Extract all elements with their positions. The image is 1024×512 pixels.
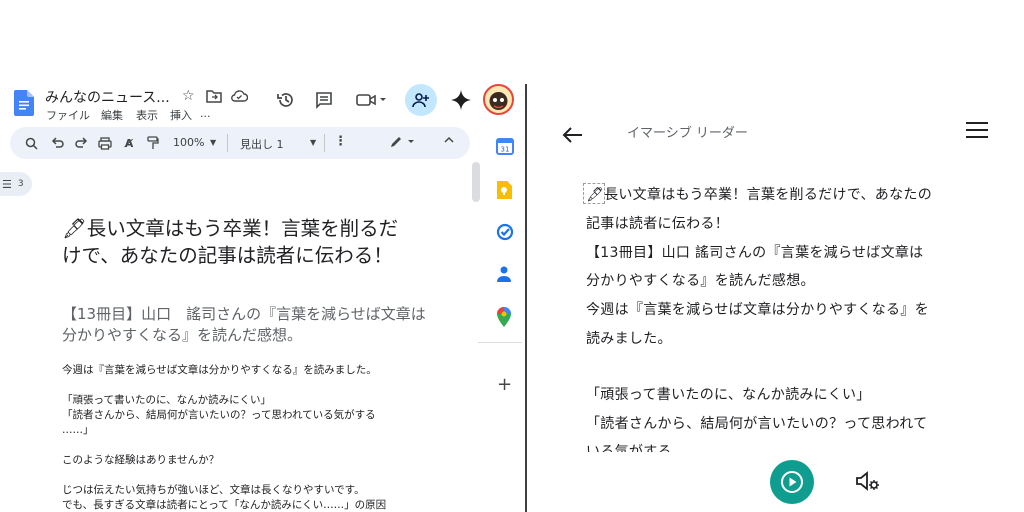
reader-line[interactable]: 「読者さんから、結局何が言いたいの？って思われて: [586, 415, 927, 433]
menu-view[interactable]: 表示: [136, 107, 158, 123]
gemini-sparkle-icon[interactable]: [450, 89, 472, 111]
version-history-icon[interactable]: [276, 90, 296, 110]
comments-icon[interactable]: [315, 91, 333, 109]
style-dropdown-icon[interactable]: ▼: [310, 138, 316, 147]
menu-file[interactable]: ファイル: [46, 107, 90, 123]
voice-settings-icon[interactable]: [855, 470, 881, 492]
reader-line[interactable]: 【13冊目】山口 謠司さんの『言葉を減らせば文章は: [586, 244, 923, 262]
reader-line-clipped: いる気がする: [586, 442, 966, 452]
doc-paragraph[interactable]: でも、長すぎる文章は読者にとって「なんか読みにくい……」の原因: [62, 498, 386, 512]
paint-format-icon[interactable]: [142, 132, 164, 154]
share-button[interactable]: [405, 84, 437, 116]
redo-icon[interactable]: [70, 132, 92, 154]
doc-paragraph[interactable]: 「読者さんから、結局何が言いたいの？って思われている気がする: [62, 408, 376, 423]
get-addons-plus-icon[interactable]: +: [497, 374, 512, 395]
doc-paragraph[interactable]: 「頑張って書いたのに、なんか読みにくい」: [62, 393, 271, 408]
maps-icon[interactable]: [496, 307, 516, 327]
svg-text:31: 31: [501, 146, 510, 154]
reader-line[interactable]: 読みました。: [586, 330, 672, 348]
reader-line[interactable]: 分かりやすくなる』を読んだ感想。: [586, 272, 815, 290]
meet-icon[interactable]: [356, 92, 386, 108]
zoom-dropdown-icon[interactable]: ▼: [210, 138, 216, 147]
reader-line[interactable]: 今週は『言葉を減らせば文章は分かりやすくなる』を: [586, 301, 929, 319]
add-person-icon: [412, 93, 429, 108]
editing-mode-icon[interactable]: [389, 135, 415, 149]
reader-line[interactable]: 記事は読者に伝わる！: [586, 215, 729, 233]
docs-logo-icon[interactable]: [14, 90, 34, 116]
menu-insert[interactable]: 挿入: [170, 107, 192, 123]
document-title[interactable]: みんなのニュース...: [45, 87, 170, 107]
doc-paragraph[interactable]: ……」: [62, 423, 94, 438]
tasks-icon[interactable]: [496, 223, 516, 243]
hamburger-menu-icon[interactable]: [965, 121, 989, 139]
reader-line[interactable]: 🖋長い文章はもう卒業！言葉を削るだけで、あなたの: [586, 186, 932, 204]
back-arrow-icon[interactable]: [561, 126, 583, 144]
menu-edit[interactable]: 編集: [101, 107, 123, 123]
side-panel-divider: [478, 342, 522, 343]
pane-divider[interactable]: [525, 84, 527, 512]
document-subtitle[interactable]: 【13冊目】山口 謠司さんの『言葉を減らせば文章は分かりやすくなる』を読んだ感想…: [62, 304, 432, 346]
more-options-icon[interactable]: ⋮: [334, 134, 347, 149]
keep-icon[interactable]: [496, 181, 516, 201]
menu-more[interactable]: ...: [200, 107, 211, 120]
reader-title: イマーシブ リーダー: [627, 126, 748, 141]
paragraph-style-select[interactable]: 見出し 1: [240, 136, 284, 152]
document-heading[interactable]: 🖋長い文章はもう卒業！言葉を削るだけで、あなたの記事は読者に伝わる！: [62, 215, 407, 269]
toolbar-divider: [227, 134, 228, 152]
doc-paragraph[interactable]: じつは伝えたい気持ちが強いほど、文章は長くなりやすいです。: [62, 483, 365, 498]
cloud-status-icon[interactable]: [230, 89, 248, 103]
calendar-icon[interactable]: 31: [496, 137, 516, 157]
outline-count: 3: [17, 179, 24, 189]
account-avatar[interactable]: [483, 84, 514, 115]
contacts-icon[interactable]: [496, 265, 516, 285]
reader-line[interactable]: いる気がする: [586, 443, 672, 452]
star-icon[interactable]: ☆: [182, 88, 195, 104]
doc-paragraph[interactable]: 今週は『言葉を減らせば文章は分かりやすくなる』を読みました。: [62, 363, 377, 378]
play-button[interactable]: [770, 460, 814, 504]
outline-list-icon: ☰: [2, 177, 12, 191]
toolbar-divider: [324, 134, 325, 152]
spellcheck-icon[interactable]: A̸: [118, 132, 140, 154]
zoom-select[interactable]: 100%: [173, 136, 204, 149]
undo-icon[interactable]: [46, 132, 68, 154]
move-folder-icon[interactable]: [206, 89, 222, 103]
search-menus-icon[interactable]: [20, 132, 42, 154]
collapse-menus-icon[interactable]: [443, 135, 455, 145]
document-scrollbar[interactable]: [472, 162, 480, 202]
play-icon: [781, 471, 803, 493]
document-outline-button[interactable]: ☰ 3: [0, 172, 32, 196]
doc-paragraph[interactable]: このような経験はありませんか？: [62, 453, 219, 468]
reader-line[interactable]: 「頑張って書いたのに、なんか読みにくい」: [586, 386, 871, 404]
print-icon[interactable]: [94, 132, 116, 154]
